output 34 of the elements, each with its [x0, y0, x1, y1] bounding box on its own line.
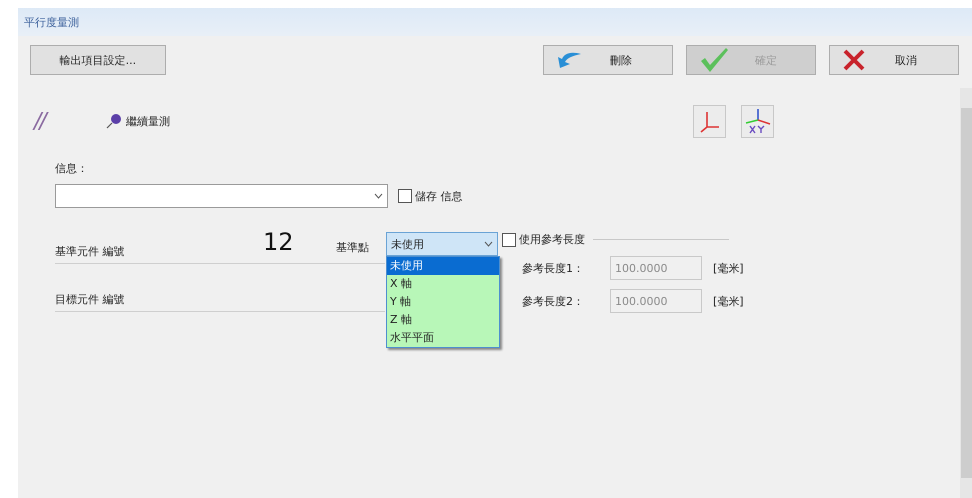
axes-icon[interactable] — [693, 104, 726, 138]
save-info-label: 儲存 信息 — [415, 188, 462, 204]
dropdown-option[interactable]: Y 軸 — [387, 293, 499, 311]
close-icon — [842, 48, 866, 72]
unit-label: [毫米] — [713, 260, 744, 276]
checkmark-icon — [698, 47, 729, 73]
target-element-label: 目標元件 編號 — [55, 292, 124, 307]
dropdown-option[interactable]: 未使用 — [387, 257, 499, 275]
reference-length-label: 參考長度1： — [522, 260, 585, 276]
info-label: 信息： — [55, 161, 89, 176]
base-point-label: 基準點 — [336, 240, 369, 255]
scrollbar-thumb[interactable] — [961, 108, 972, 478]
window-title: 平行度量測 — [24, 14, 79, 30]
undo-arrow-icon — [556, 51, 582, 69]
dropdown-option[interactable]: Z 軸 — [387, 311, 499, 329]
use-reference-length-label: 使用參考長度 — [519, 232, 585, 247]
continue-measure-label[interactable]: 繼續量測 — [126, 114, 170, 128]
chevron-down-icon — [484, 241, 493, 247]
output-settings-button[interactable]: 輸出項目設定... — [30, 45, 166, 75]
save-info-checkbox[interactable] — [398, 189, 412, 203]
delete-button[interactable]: 刪除 — [542, 45, 673, 75]
dropdown-option[interactable]: 水平平面 — [387, 329, 499, 347]
parallelism-symbol: // — [34, 108, 106, 134]
dropdown-option[interactable]: X 軸 — [387, 275, 499, 293]
chevron-down-icon — [374, 193, 383, 199]
base-element-label: 基準元件 編號 — [55, 244, 124, 259]
info-combo-field[interactable] — [55, 184, 388, 208]
use-reference-length-checkbox[interactable] — [502, 232, 516, 246]
base-element-number: 12 — [263, 228, 294, 256]
unit-label: [毫米] — [713, 294, 744, 308]
xy-plane-icon[interactable] — [741, 104, 774, 138]
reference-length-label: 參考長度2： — [522, 294, 585, 308]
base-point-select[interactable]: 未使用 — [386, 232, 498, 256]
cancel-button[interactable]: 取消 — [828, 45, 959, 75]
